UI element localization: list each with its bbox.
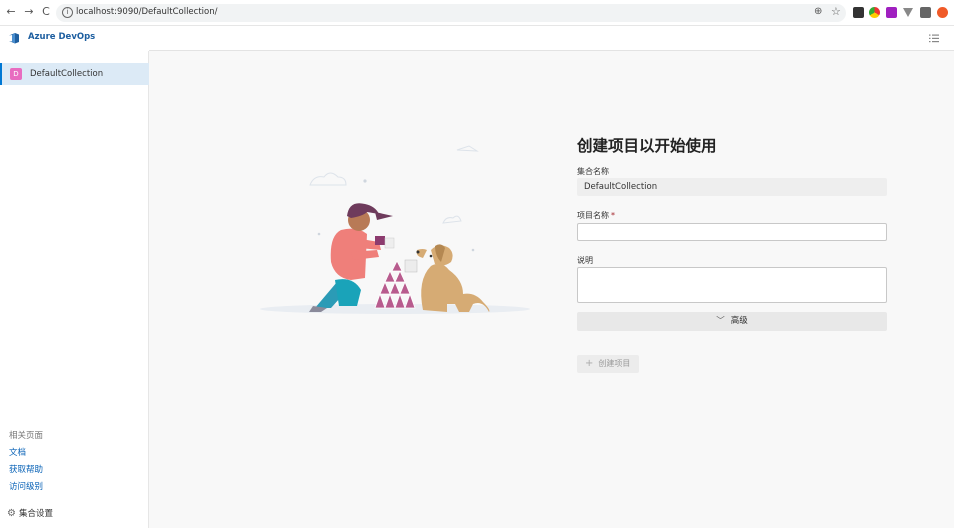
- chrome-extension-icon[interactable]: [869, 7, 880, 18]
- url-text[interactable]: localhost:9090/DefaultCollection/: [76, 7, 217, 17]
- app-header: Azure DevOps: [0, 26, 954, 51]
- extension-icon[interactable]: [886, 7, 897, 18]
- related-pages-heading: 相关页面: [9, 431, 44, 441]
- back-icon[interactable]: ←: [4, 5, 18, 19]
- advanced-toggle-button[interactable]: ﹀ 高级: [577, 312, 887, 331]
- address-bar[interactable]: i localhost:9090/DefaultCollection/ ⊕ ☆: [56, 4, 846, 22]
- description-textarea[interactable]: [577, 267, 887, 303]
- get-help-link[interactable]: 获取帮助: [9, 463, 43, 475]
- bookmark-star-icon[interactable]: ☆: [831, 5, 841, 18]
- sidebar-item-defaultcollection[interactable]: D DefaultCollection: [0, 63, 149, 85]
- collection-name-label: 集合名称: [577, 167, 609, 176]
- project-name-label-text: 项目名称: [577, 211, 609, 220]
- gear-icon: ⚙: [7, 508, 16, 519]
- docs-link[interactable]: 文档: [9, 446, 26, 458]
- reload-icon[interactable]: C: [39, 5, 53, 19]
- extension-icon[interactable]: [937, 7, 948, 18]
- plus-icon: +: [585, 358, 594, 369]
- project-name-input[interactable]: [577, 223, 887, 241]
- azure-devops-logo-icon[interactable]: [8, 32, 20, 44]
- filter-extension-icon[interactable]: [903, 8, 913, 17]
- advanced-label: 高级: [730, 316, 748, 326]
- collection-avatar: D: [10, 68, 22, 80]
- zoom-icon[interactable]: ⊕: [814, 6, 822, 17]
- forward-icon[interactable]: →: [22, 5, 36, 19]
- create-project-form: 创建项目以开始使用 集合名称 DefaultCollection 项目名称 * 说…: [577, 130, 887, 373]
- description-label: 说明: [577, 256, 593, 265]
- required-mark: *: [611, 211, 615, 220]
- project-name-label: 项目名称 *: [577, 210, 615, 221]
- chevron-down-icon: ﹀: [716, 316, 725, 326]
- collection-settings-button[interactable]: ⚙ 集合设置: [7, 507, 53, 519]
- browser-toolbar: ← → C i localhost:9090/DefaultCollection…: [0, 0, 954, 26]
- project-illustration: [260, 145, 530, 314]
- collection-name-field: DefaultCollection: [577, 178, 887, 196]
- collection-settings-label: 集合设置: [19, 509, 54, 519]
- create-project-label: 创建项目: [598, 359, 631, 368]
- create-project-button[interactable]: + 创建项目: [577, 355, 639, 373]
- sidebar: D DefaultCollection 相关页面 文档 获取帮助 访问级别 ⚙ 集…: [0, 51, 149, 528]
- sidebar-item-label: DefaultCollection: [30, 69, 104, 79]
- page-title: 创建项目以开始使用: [577, 137, 717, 155]
- list-view-icon[interactable]: [929, 34, 939, 43]
- info-icon[interactable]: i: [62, 7, 73, 18]
- extension-icon[interactable]: [920, 7, 931, 18]
- access-levels-link[interactable]: 访问级别: [9, 480, 43, 492]
- brand-name[interactable]: Azure DevOps: [28, 32, 95, 42]
- extension-icon[interactable]: [853, 7, 864, 18]
